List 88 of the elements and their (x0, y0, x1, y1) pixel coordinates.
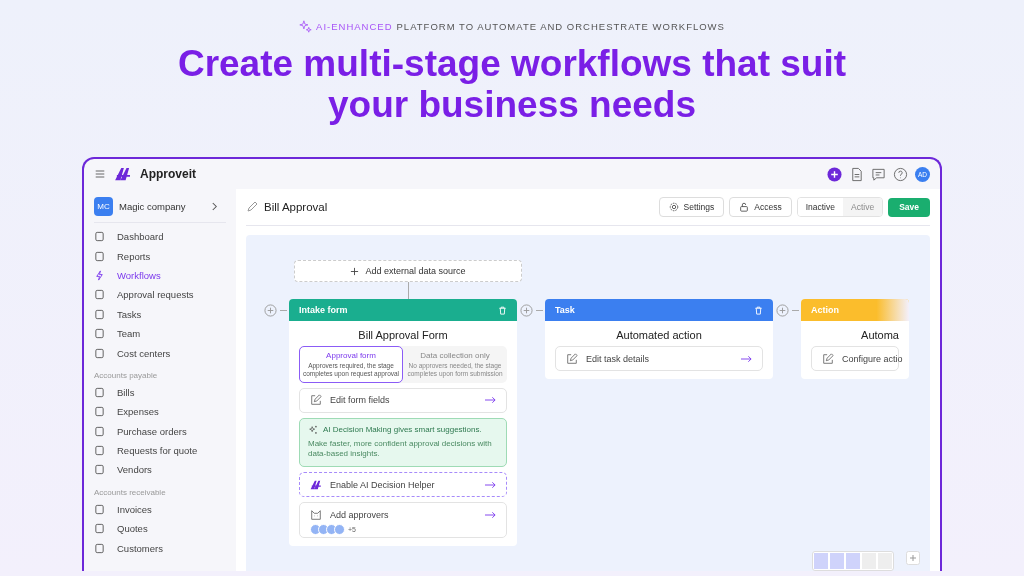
link-text: Add approvers (330, 510, 389, 521)
link-text: Enable AI Decision Helper (330, 479, 435, 490)
trash-icon[interactable] (498, 305, 507, 315)
section-heading: Accounts payable (94, 370, 159, 380)
nav-item-icon (94, 406, 105, 418)
arrow-icon (741, 354, 752, 363)
chat-icon[interactable] (871, 166, 886, 182)
settings-button[interactable]: Settings (658, 197, 725, 217)
nav-item[interactable]: Vendors (94, 460, 226, 480)
cat-icon (310, 509, 322, 522)
nav-item-icon (94, 464, 105, 476)
nav-item-icon (94, 445, 105, 457)
ai-info-title: AI Decision Making gives smart suggestions. (323, 425, 482, 435)
nav-item[interactable]: Approval requests (94, 285, 226, 305)
nav-item[interactable]: Reports (94, 246, 226, 266)
page-title: Bill Approval (264, 201, 328, 213)
nav-item-icon (94, 542, 105, 554)
nav-item[interactable]: Invoices (94, 499, 226, 520)
headline: your business needs (327, 84, 697, 125)
logo-icon (310, 478, 322, 491)
nav-item-icon (94, 328, 105, 340)
arrow-icon (485, 396, 496, 405)
arrow-icon (485, 480, 496, 489)
sparkle-icon (299, 20, 313, 33)
nav-item[interactable]: Bills (94, 382, 226, 403)
chevron-icon (211, 202, 218, 211)
link-text: Edit form fields (330, 395, 390, 406)
edit-icon (822, 352, 834, 365)
nav-item-icon (94, 250, 105, 262)
document-icon[interactable] (849, 166, 864, 182)
nav-item-icon (94, 386, 105, 398)
help-icon[interactable] (893, 166, 908, 182)
nav-item-icon (94, 523, 105, 535)
stage-title: Bill Approval Form (358, 329, 448, 341)
company-name: Magic company (119, 201, 186, 212)
nav-item-icon (94, 503, 105, 515)
nav-item-icon (94, 231, 105, 243)
eyebrow-text: PLATFORM TO AUTOMATE AND ORCHESTRATE WORKFLOWS (396, 21, 725, 32)
nav-item[interactable]: Workflows (94, 265, 226, 286)
add-stage-icon[interactable] (264, 303, 277, 317)
app-name: Approveit (140, 167, 196, 181)
nav-item-icon (94, 269, 105, 281)
avatar-circle (334, 524, 345, 536)
nav-item[interactable]: Tasks (94, 304, 226, 324)
zoom-in-icon[interactable] (906, 551, 920, 565)
nav-item-icon (94, 308, 105, 320)
trash-icon[interactable] (754, 305, 763, 315)
nav-item[interactable]: Dashboard (94, 227, 226, 247)
edit-link-row[interactable]: Edit task details (555, 346, 763, 371)
logo-icon (114, 167, 132, 181)
nav-item-icon (94, 347, 105, 359)
arrow-icon (485, 511, 496, 520)
nav-item-icon (94, 289, 105, 301)
nav-item[interactable]: Cost centers (94, 343, 226, 363)
menu-icon[interactable] (94, 168, 106, 180)
plus-icon (350, 266, 360, 276)
headline: Create multi-stage workflows that suit (177, 43, 847, 84)
stage-label: Intake form (299, 305, 348, 315)
ai-info-text: Make faster, more confident approval decisions with data-based insights. (308, 438, 493, 461)
edit-icon (310, 394, 322, 407)
add-icon[interactable] (827, 166, 842, 182)
nav-item[interactable]: Quotes (94, 519, 226, 539)
nav-item[interactable]: Expenses (94, 402, 226, 422)
gear-icon (668, 202, 679, 212)
link-text: Edit task details (586, 353, 650, 364)
section-heading: Accounts receivable (94, 487, 167, 497)
access-button[interactable]: Access (729, 197, 792, 217)
add-stage-icon[interactable] (520, 303, 533, 317)
edit-link-row[interactable]: Edit form fields (299, 387, 507, 413)
add-data-source-button[interactable]: Add external data source (294, 260, 522, 282)
stage-title: Automa (861, 329, 899, 341)
enable-ai-row[interactable]: Enable AI Decision Helper (299, 472, 507, 498)
nav-item[interactable]: Requests for quote (94, 440, 226, 461)
nav-item[interactable]: Team (94, 323, 226, 344)
edit-icon (566, 352, 578, 365)
sparkle-icon (308, 424, 318, 435)
stage-title: Automated action (616, 329, 702, 341)
nav-item-icon (94, 425, 105, 437)
stage-label: Task (555, 305, 575, 315)
nav-item[interactable]: Customers (94, 538, 226, 558)
lock-icon (739, 202, 750, 212)
pencil-icon[interactable] (246, 201, 258, 213)
company-switcher[interactable]: MC Magic company (94, 197, 226, 223)
add-stage-icon[interactable] (776, 303, 789, 317)
stage-label: Action (811, 305, 839, 315)
nav-item[interactable]: Purchase orders (94, 421, 226, 441)
company-avatar: MC (94, 197, 113, 216)
eyebrow-highlight: AI-ENHANCED (316, 21, 393, 32)
